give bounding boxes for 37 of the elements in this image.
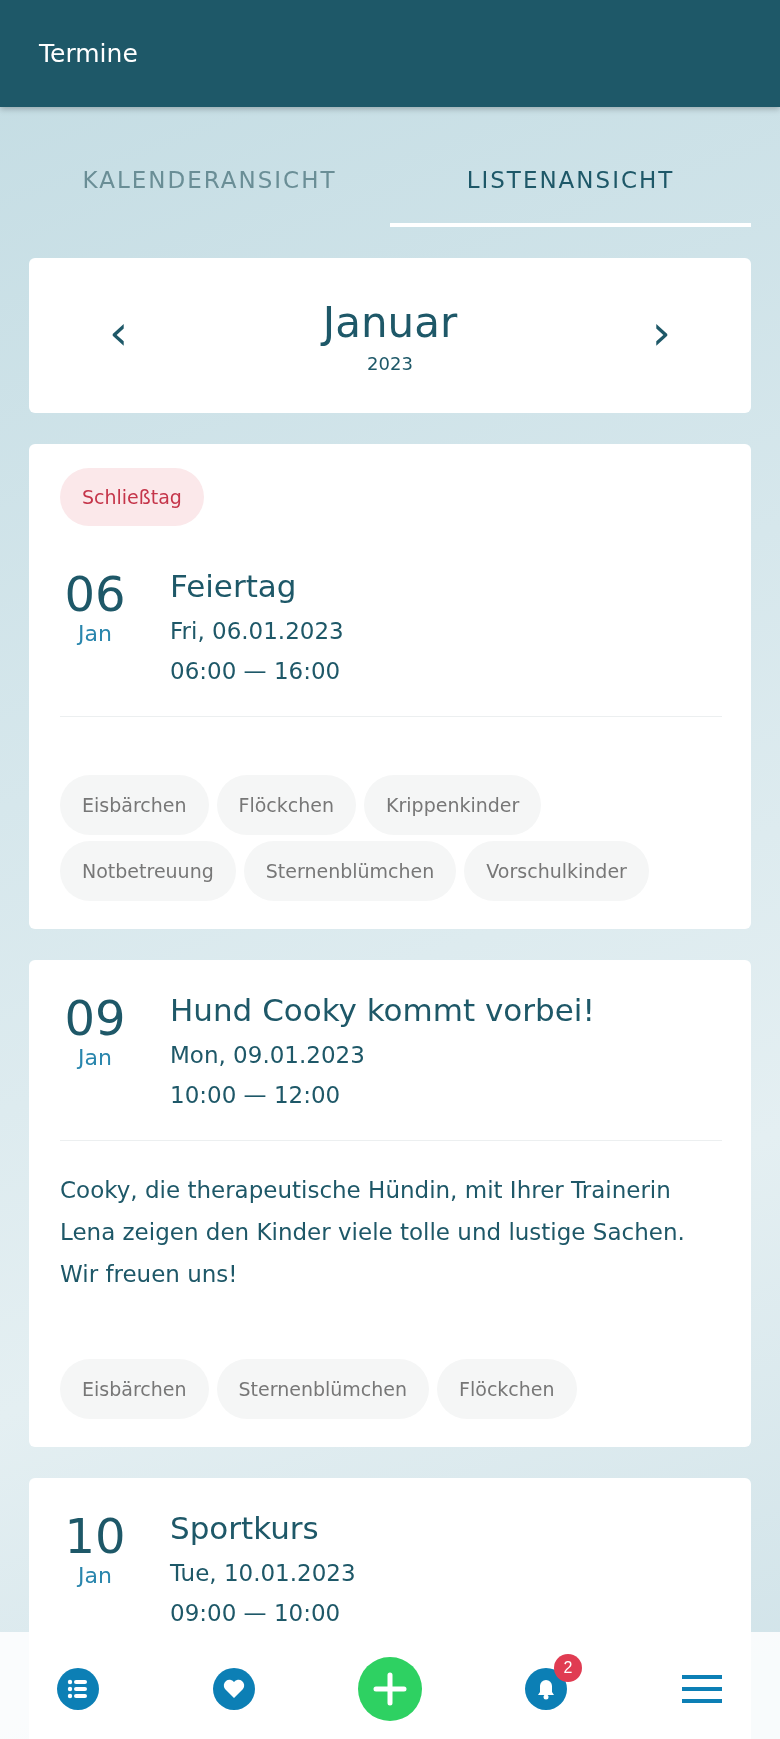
menu-icon [682,1674,722,1703]
event-month: Jan [78,1044,112,1070]
event-time: 06:00 — 16:00 [170,658,342,684]
event-title: Sportkurs [170,1510,320,1546]
event-day: 06 [64,568,126,621]
event-date: Fri, 06.01.2023 [170,618,344,644]
event-title: Hund Cooky kommt vorbei! [170,992,595,1028]
group-tag: Vorschulkinder [464,841,649,901]
event-date: Mon, 09.01.2023 [170,1042,366,1068]
group-tag: Krippenkinder [364,775,542,835]
previous-month-button[interactable]: ‹ [99,307,139,364]
group-tag: Flöckchen [437,1359,577,1419]
next-month-button[interactable]: › [641,307,681,364]
group-tag: Flöckchen [216,775,356,835]
closing-day-badge: Schließtag [60,468,204,526]
add-icon [358,1656,422,1721]
list-icon [57,1667,99,1710]
group-tag: Eisbärchen [60,1359,209,1419]
group-tag: Sternenblümchen [243,841,457,901]
view-tab[interactable]: LISTENANSICHT [390,137,751,227]
group-tag: Sternenblümchen [216,1359,430,1419]
event-date: Tue, 10.01.2023 [170,1560,356,1586]
nav-button[interactable]: 2 [504,1651,588,1720]
event-month: Jan [78,1562,112,1588]
event-title: Feiertag [170,568,298,604]
event-description: Cooky, die therapeutische Hündin, mit Ihrer Trainerin Lena zeigen den Kinder viele tolle und lustige Sachen. Wir freuen uns! [60,1176,686,1289]
event-day: 09 [64,992,126,1045]
group-tag: Notbetreuung [60,841,236,901]
notification-badge: 2 [554,1653,582,1682]
year: 2023 [367,352,413,374]
event-time: 10:00 — 12:00 [170,1082,342,1108]
event-day: 10 [64,1510,126,1563]
group-tag: Eisbärchen [60,775,209,835]
page-title: Termine [39,39,138,68]
event-month: Jan [78,620,112,646]
event-time: 09:00 — 10:00 [170,1600,342,1626]
month-name: Januar [322,297,458,347]
